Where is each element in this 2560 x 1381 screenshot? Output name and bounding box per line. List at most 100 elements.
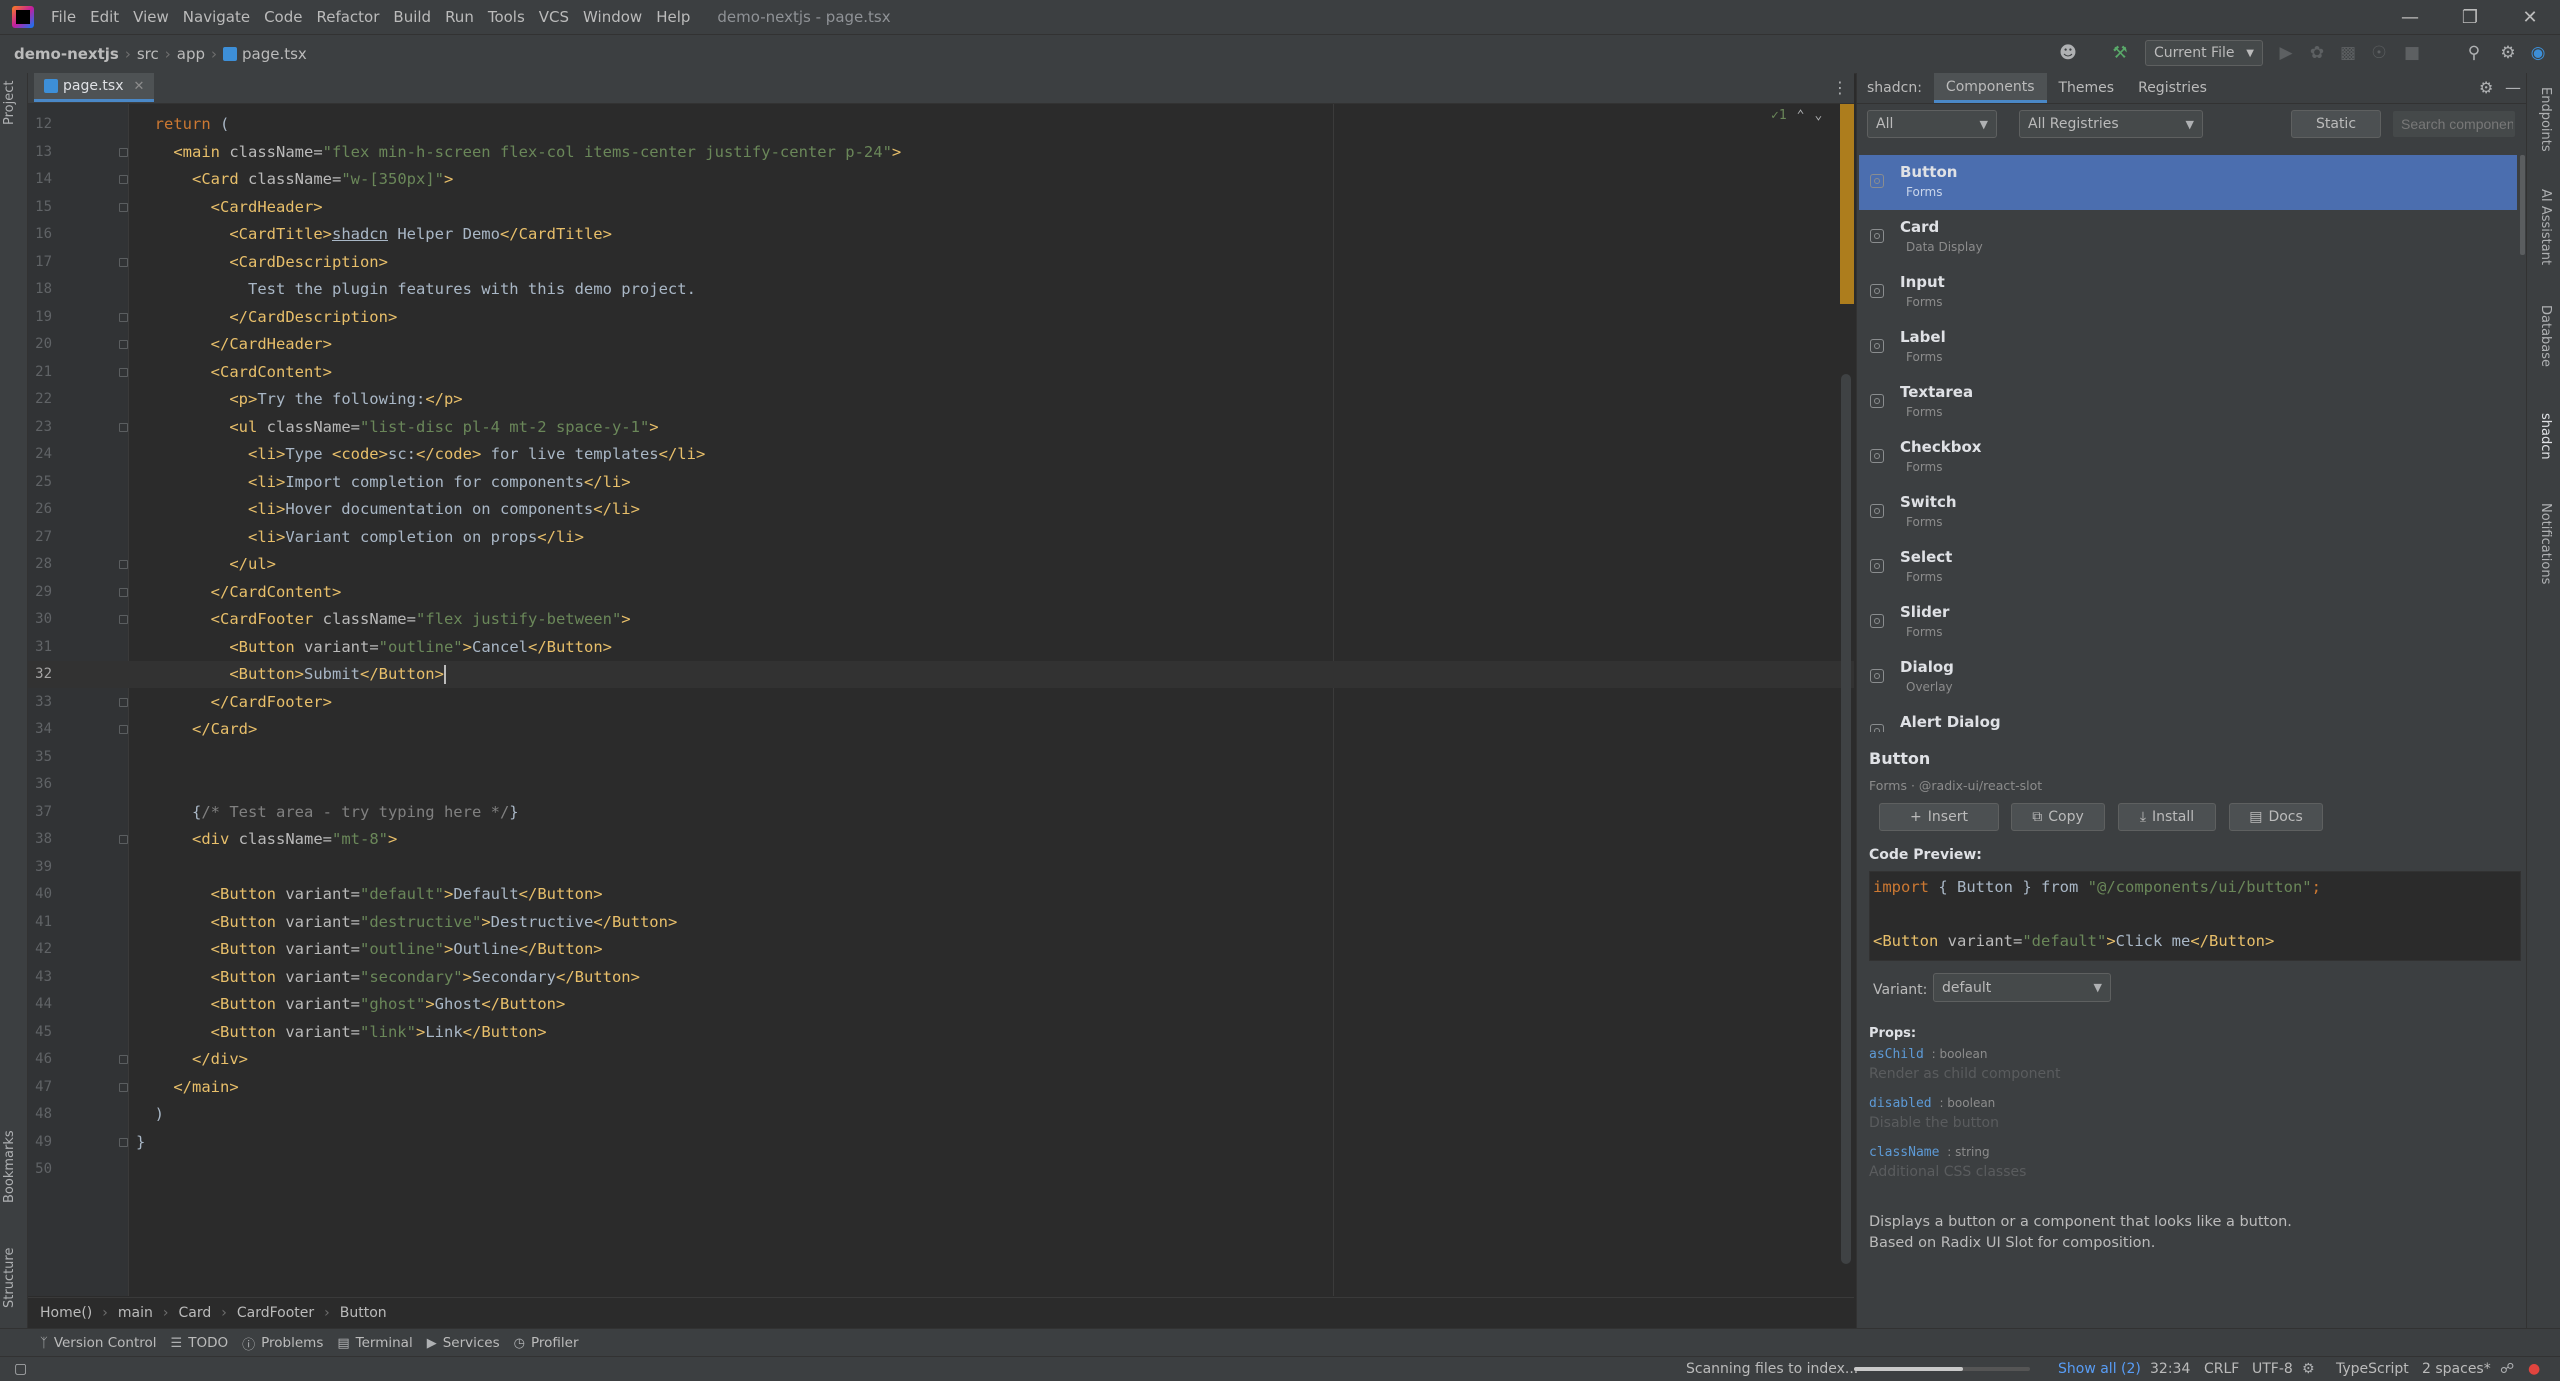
menu-view[interactable]: View — [126, 8, 176, 26]
code-line[interactable]: 44 <Button variant="ghost">Ghost</Button… — [28, 991, 1854, 1018]
stop-icon[interactable]: ■ — [2400, 41, 2424, 65]
settings-gear-icon[interactable]: ⚙ — [2496, 41, 2520, 65]
component-list-item[interactable]: Card Data Display — [1859, 210, 2517, 265]
breadcrumb-main[interactable]: main — [118, 1305, 153, 1321]
problems-tool-button[interactable]: ⓘ Problems — [242, 1334, 323, 1353]
code-line[interactable]: 23 <ul className="list-disc pl-4 mt-2 sp… — [28, 414, 1854, 441]
code-line[interactable]: 28 </ul> — [28, 551, 1854, 578]
menu-tools[interactable]: Tools — [481, 8, 532, 26]
fold-marker-icon[interactable] — [119, 587, 128, 597]
code-line[interactable]: 39 — [28, 854, 1854, 881]
services-tool-button[interactable]: ▶ Services — [427, 1335, 500, 1351]
code-line[interactable]: 41 <Button variant="destructive">Destruc… — [28, 909, 1854, 936]
inspection-widget[interactable]: ✓1 ⌃ ⌄ — [1771, 108, 1822, 123]
error-icon[interactable]: ● — [2528, 1361, 2540, 1377]
code-line[interactable]: 37 {/* Test area - try typing here */} — [28, 799, 1854, 826]
install-button[interactable]: ⤓ Install — [2118, 803, 2216, 831]
search-components-input[interactable] — [2392, 110, 2516, 138]
todo-tool-button[interactable]: ☰ TODO — [171, 1335, 229, 1351]
version-control-tool-button[interactable]: ᛉ Version Control — [40, 1335, 157, 1351]
breadcrumb-project[interactable]: demo-nextjs — [14, 45, 119, 63]
code-line[interactable]: 29 </CardContent> — [28, 579, 1854, 606]
menu-file[interactable]: File — [44, 8, 83, 26]
code-line[interactable]: 24 <li>Type <code>sc:</code> for live te… — [28, 441, 1854, 468]
jetbrains-ai-icon[interactable]: ◉ — [2526, 41, 2550, 65]
component-list-item[interactable]: Select Forms — [1859, 540, 2517, 595]
menu-build[interactable]: Build — [386, 8, 438, 26]
language-indicator[interactable]: TypeScript — [2336, 1361, 2409, 1377]
list-scrollbar[interactable] — [2520, 155, 2525, 255]
menu-code[interactable]: Code — [257, 8, 309, 26]
project-tool-button[interactable]: Project — [2, 81, 17, 125]
menu-refactor[interactable]: Refactor — [309, 8, 386, 26]
copy-button[interactable]: ⧉ Copy — [2011, 803, 2105, 831]
tab-registries[interactable]: Registries — [2126, 73, 2219, 103]
code-line[interactable]: 48 ) — [28, 1101, 1854, 1128]
fold-marker-icon[interactable] — [119, 560, 128, 569]
code-line[interactable]: 22 <p>Try the following:</p> — [28, 386, 1854, 413]
settings-gear-icon[interactable]: ⚙ — [2479, 78, 2493, 97]
indent-indicator[interactable]: 2 spaces* — [2422, 1361, 2491, 1377]
close-window-button[interactable]: ✕ — [2500, 0, 2560, 34]
code-preview[interactable]: import { Button } from "@/components/ui/… — [1869, 871, 2521, 961]
code-line[interactable]: 12 return ( — [28, 111, 1854, 138]
code-line[interactable]: 18 Test the plugin features with this de… — [28, 276, 1854, 303]
bookmarks-tool-button[interactable]: Bookmarks — [2, 1130, 17, 1203]
user-icon[interactable]: ☻ — [2056, 41, 2080, 65]
menu-edit[interactable]: Edit — [83, 8, 126, 26]
breadcrumb-home[interactable]: Home() — [40, 1305, 92, 1321]
code-line[interactable]: 13 <main className="flex min-h-screen fl… — [28, 139, 1854, 166]
lock-icon[interactable]: ☍ — [2500, 1361, 2514, 1377]
breadcrumb-button[interactable]: Button — [340, 1305, 387, 1321]
static-toggle-button[interactable]: Static — [2291, 110, 2381, 138]
fold-marker-icon[interactable] — [119, 422, 128, 432]
code-editor[interactable]: 12 return (13 <main className="flex min-… — [28, 104, 1854, 1296]
restore-button[interactable]: ❐ — [2440, 0, 2500, 34]
build-hammer-icon[interactable]: ⚒ — [2108, 41, 2132, 65]
fold-marker-icon[interactable] — [119, 175, 128, 184]
code-line[interactable]: 14 <Card className="w-[350px]"> — [28, 166, 1854, 193]
component-list-item[interactable]: Switch Forms — [1859, 485, 2517, 540]
fold-marker-icon[interactable] — [119, 367, 128, 377]
inspection-profile-icon[interactable]: ⚙ — [2302, 1361, 2315, 1377]
code-line[interactable]: 27 <li>Variant completion on props</li> — [28, 524, 1854, 551]
minimize-button[interactable]: — — [2380, 0, 2440, 34]
layout-toggle-icon[interactable]: ▢ — [14, 1361, 27, 1377]
fold-marker-icon[interactable] — [119, 1137, 128, 1147]
minimize-panel-icon[interactable]: — — [2505, 78, 2521, 97]
breadcrumb-card[interactable]: Card — [178, 1305, 211, 1321]
coverage-icon[interactable]: ▩ — [2336, 41, 2360, 65]
database-tool-button[interactable]: Database — [2538, 305, 2553, 367]
endpoints-tool-button[interactable]: Endpoints — [2538, 87, 2553, 152]
variant-select[interactable]: default ▼ — [1933, 973, 2111, 1002]
caret-position[interactable]: 32:34 — [2150, 1361, 2190, 1377]
code-line[interactable]: 35 — [28, 744, 1854, 771]
breadcrumb-app[interactable]: app — [177, 45, 205, 63]
category-filter-select[interactable]: All ▼ — [1867, 110, 1997, 138]
fold-marker-icon[interactable] — [119, 1055, 128, 1064]
fold-marker-icon[interactable] — [119, 312, 128, 322]
shadcn-tool-button[interactable]: shadcn — [2538, 413, 2553, 460]
structure-tool-button[interactable]: Structure — [2, 1248, 17, 1308]
chevron-down-icon[interactable]: ⌄ — [1814, 108, 1822, 123]
code-line[interactable]: 32 <Button>Submit</Button> — [28, 661, 1854, 688]
fold-marker-icon[interactable] — [119, 147, 128, 157]
code-line[interactable]: 33 </CardFooter> — [28, 689, 1854, 716]
menu-vcs[interactable]: VCS — [532, 8, 576, 26]
run-icon[interactable]: ▶ — [2274, 41, 2298, 65]
run-configuration-select[interactable]: Current File ▼ — [2145, 40, 2263, 66]
code-line[interactable]: 43 <Button variant="secondary">Secondary… — [28, 964, 1854, 991]
code-line[interactable]: 50 — [28, 1156, 1854, 1183]
breadcrumb-cardfooter[interactable]: CardFooter — [237, 1305, 314, 1321]
fold-marker-icon[interactable] — [119, 615, 128, 624]
code-line[interactable]: 20 </CardHeader> — [28, 331, 1854, 358]
component-list-item[interactable]: Textarea Forms — [1859, 375, 2517, 430]
menu-navigate[interactable]: Navigate — [176, 8, 257, 26]
menu-help[interactable]: Help — [649, 8, 697, 26]
debug-icon[interactable]: ✿ — [2305, 41, 2329, 65]
editor-scrollbar[interactable] — [1841, 374, 1851, 1264]
fold-marker-icon[interactable] — [119, 257, 128, 267]
fold-marker-icon[interactable] — [119, 202, 128, 212]
tab-page-tsx[interactable]: page.tsx ✕ — [34, 73, 155, 102]
registry-filter-select[interactable]: All Registries ▼ — [2019, 110, 2203, 138]
